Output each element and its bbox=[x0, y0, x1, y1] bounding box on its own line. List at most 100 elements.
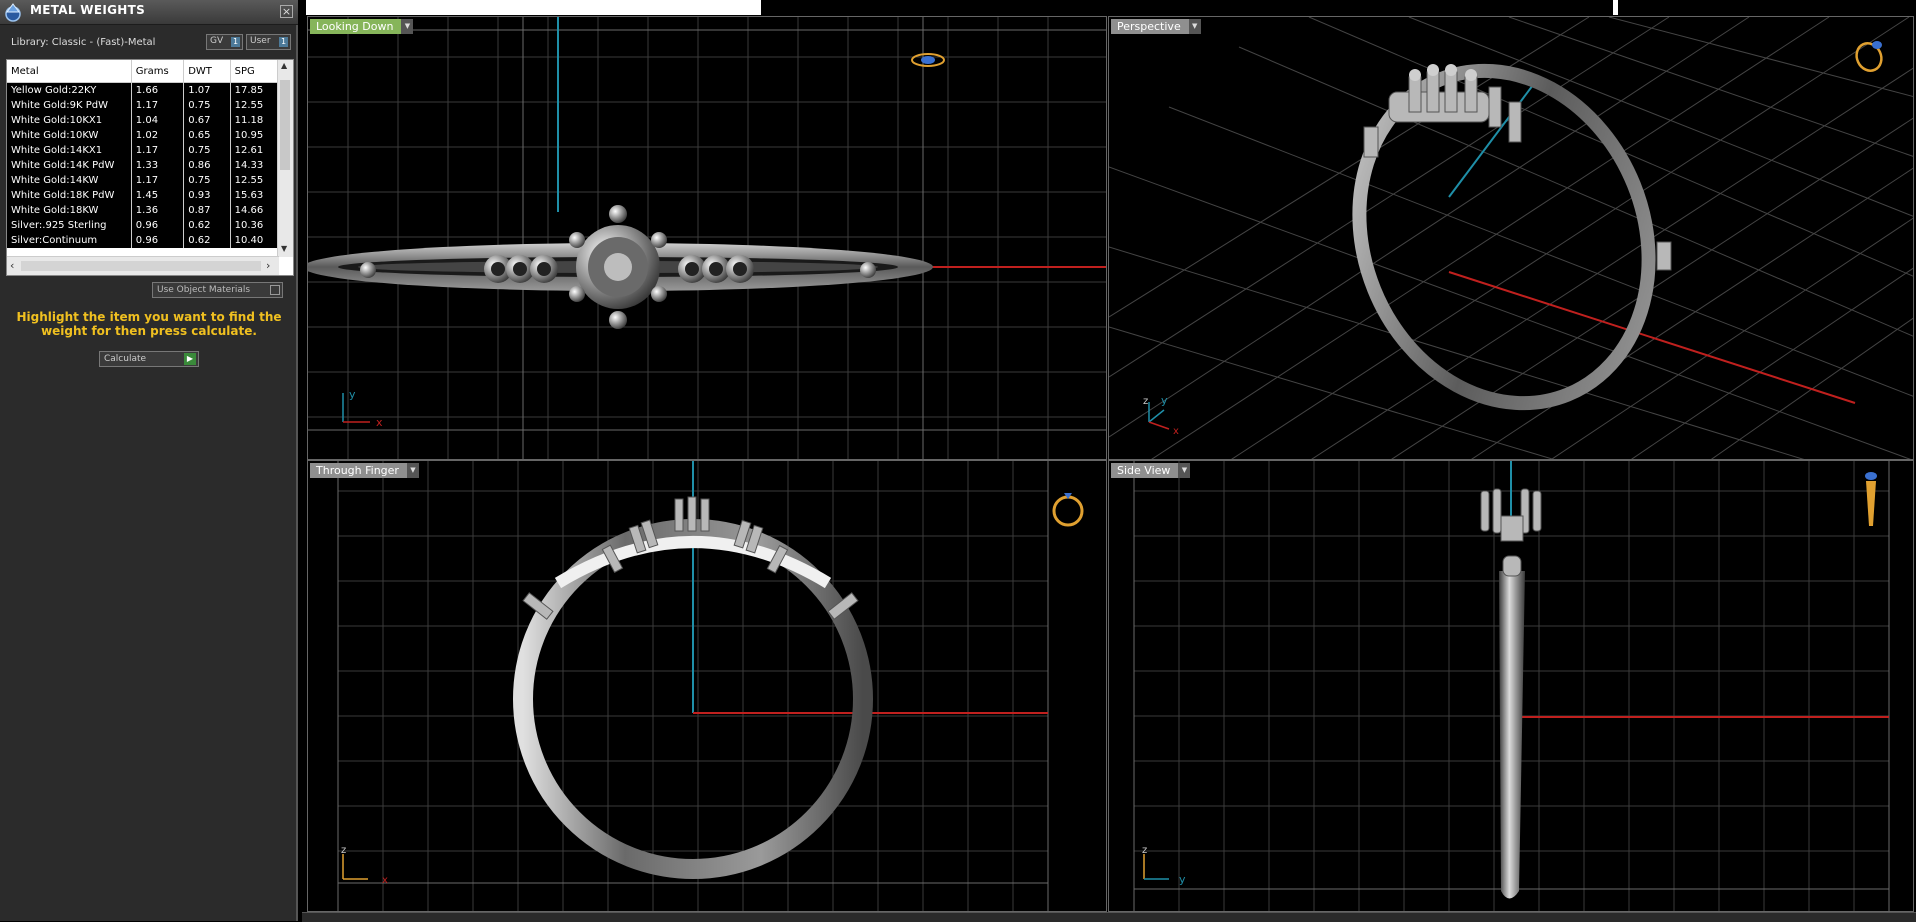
view-label: Looking Down bbox=[316, 20, 394, 33]
cell-dwt: 0.65 bbox=[183, 128, 231, 143]
perspective-canvas bbox=[1109, 17, 1913, 459]
view-label: Side View bbox=[1117, 464, 1171, 477]
through-finger-canvas bbox=[337, 461, 1084, 911]
viewport-perspective[interactable]: z y x Perspective ▼ bbox=[1108, 16, 1914, 460]
scroll-down-icon[interactable]: ▼ bbox=[281, 244, 287, 253]
close-icon[interactable]: × bbox=[280, 5, 293, 18]
table-row[interactable]: Silver:Continuum 0.96 0.62 10.40 bbox=[7, 233, 280, 248]
gv-button[interactable]: GV 1 bbox=[206, 34, 243, 50]
vertical-scroll-thumb[interactable] bbox=[280, 80, 290, 170]
tab-looking-down[interactable]: Looking Down ▼ bbox=[310, 19, 414, 34]
cell-metal: Silver:.925 Sterling bbox=[7, 218, 132, 233]
ring-band[interactable] bbox=[1499, 571, 1525, 899]
cell-dwt: 1.07 bbox=[183, 82, 231, 98]
cell-dwt: 0.86 bbox=[183, 158, 231, 173]
svg-text:x: x bbox=[1173, 426, 1179, 437]
looking-down-canvas bbox=[308, 17, 1106, 459]
ring-view-icon bbox=[1865, 472, 1877, 526]
horizontal-scrollbar[interactable]: ‹ › bbox=[7, 256, 279, 275]
table-row[interactable]: White Gold:14KX1 1.17 0.75 12.61 bbox=[7, 143, 280, 158]
tab-side-view[interactable]: Side View ▼ bbox=[1111, 463, 1191, 478]
axis-labels: z y x bbox=[1143, 394, 1179, 437]
metal-table[interactable]: Metal Grams DWT SPG Yellow Gold:22KY 1.66… bbox=[6, 59, 294, 276]
view-label: Through Finger bbox=[316, 464, 399, 477]
cell-spg: 12.61 bbox=[230, 143, 280, 158]
cell-dwt: 0.93 bbox=[183, 188, 231, 203]
top-strip bbox=[306, 0, 1916, 16]
cell-spg: 11.18 bbox=[230, 113, 280, 128]
user-indicator: 1 bbox=[279, 37, 288, 47]
viewport-through-finger[interactable]: z x Through Finger ▼ bbox=[307, 460, 1107, 912]
table-row[interactable]: White Gold:10KX1 1.04 0.67 11.18 bbox=[7, 113, 280, 128]
cell-metal: Yellow Gold:22KY bbox=[7, 82, 132, 98]
svg-text:z: z bbox=[1142, 845, 1147, 856]
cell-metal: White Gold:10KW bbox=[7, 128, 132, 143]
col-dwt[interactable]: DWT bbox=[183, 60, 231, 83]
table-row[interactable]: White Gold:14K PdW 1.33 0.86 14.33 bbox=[7, 158, 280, 173]
use-object-materials-toggle[interactable]: Use Object Materials bbox=[152, 282, 283, 298]
status-field-2 bbox=[1613, 0, 1618, 15]
scroll-left-icon[interactable]: ‹ bbox=[10, 259, 14, 272]
cell-spg: 10.36 bbox=[230, 218, 280, 233]
use-object-materials-label: Use Object Materials bbox=[157, 285, 251, 295]
tab-through-finger[interactable]: Through Finger ▼ bbox=[310, 463, 419, 478]
app-logo-icon bbox=[5, 3, 21, 22]
table-row[interactable]: White Gold:18K PdW 1.45 0.93 15.63 bbox=[7, 188, 280, 203]
dropdown-arrow-icon[interactable]: ▼ bbox=[1188, 19, 1201, 34]
cell-dwt: 0.75 bbox=[183, 173, 231, 188]
dropdown-arrow-icon[interactable]: ▼ bbox=[1178, 463, 1191, 478]
scroll-up-icon[interactable]: ▲ bbox=[281, 61, 287, 70]
cell-metal: White Gold:10KX1 bbox=[7, 113, 132, 128]
cell-metal: White Gold:18K PdW bbox=[7, 188, 132, 203]
user-button-label: User bbox=[250, 36, 271, 46]
table-row[interactable]: Silver:.925 Sterling 0.96 0.62 10.36 bbox=[7, 218, 280, 233]
tab-perspective[interactable]: Perspective ▼ bbox=[1111, 19, 1201, 34]
play-icon: ▶ bbox=[184, 353, 196, 365]
table-row[interactable]: White Gold:10KW 1.02 0.65 10.95 bbox=[7, 128, 280, 143]
cell-grams: 1.02 bbox=[131, 128, 185, 143]
ring-view-icon bbox=[1855, 41, 1883, 72]
svg-text:y: y bbox=[1161, 394, 1168, 407]
calculate-label: Calculate bbox=[104, 354, 147, 364]
col-grams[interactable]: Grams bbox=[131, 60, 185, 83]
scroll-right-icon[interactable]: › bbox=[266, 259, 270, 272]
col-spg[interactable]: SPG bbox=[230, 60, 280, 83]
horizontal-scroll-thumb[interactable] bbox=[21, 261, 261, 271]
cell-spg: 15.63 bbox=[230, 188, 280, 203]
cell-grams: 0.96 bbox=[131, 233, 185, 248]
table-row[interactable]: White Gold:14KW 1.17 0.75 12.55 bbox=[7, 173, 280, 188]
metal-weights-panel: METAL WEIGHTS × Library: Classic - (Fast… bbox=[0, 0, 298, 921]
gv-indicator: 1 bbox=[231, 37, 240, 47]
dropdown-arrow-icon[interactable]: ▼ bbox=[406, 463, 419, 478]
vertical-scrollbar[interactable]: ▲ ▼ bbox=[277, 60, 293, 257]
viewport-looking-down[interactable]: y x Looking Down ▼ bbox=[307, 16, 1107, 460]
user-button[interactable]: User 1 bbox=[246, 34, 291, 50]
table-row[interactable]: White Gold:9K PdW 1.17 0.75 12.55 bbox=[7, 98, 280, 113]
axis-labels: z x bbox=[341, 845, 388, 886]
panel-title: METAL WEIGHTS bbox=[30, 3, 146, 17]
svg-text:x: x bbox=[376, 416, 383, 426]
table-row[interactable]: Yellow Gold:22KY 1.66 1.07 17.85 bbox=[7, 82, 280, 98]
cell-grams: 1.66 bbox=[131, 82, 185, 98]
cell-grams: 1.17 bbox=[131, 143, 185, 158]
col-metal[interactable]: Metal bbox=[7, 60, 132, 83]
cell-metal: White Gold:9K PdW bbox=[7, 98, 132, 113]
svg-text:x: x bbox=[382, 875, 388, 886]
ring-view-icon bbox=[1052, 493, 1084, 527]
table-row[interactable]: White Gold:18KW 1.36 0.87 14.66 bbox=[7, 203, 280, 218]
viewport-side-view[interactable]: z y Side View ▼ bbox=[1108, 460, 1914, 912]
cell-dwt: 0.62 bbox=[183, 233, 231, 248]
checkbox-icon[interactable] bbox=[270, 285, 280, 295]
cell-dwt: 0.62 bbox=[183, 218, 231, 233]
cell-spg: 14.66 bbox=[230, 203, 280, 218]
svg-text:y: y bbox=[349, 388, 356, 401]
axis-labels: z y bbox=[1142, 845, 1186, 886]
hint-text: Highlight the item you want to find the … bbox=[16, 310, 282, 338]
dropdown-arrow-icon[interactable]: ▼ bbox=[401, 19, 414, 34]
cell-spg: 14.33 bbox=[230, 158, 280, 173]
cell-grams: 0.96 bbox=[131, 218, 185, 233]
ring-view-icon bbox=[911, 53, 945, 67]
cell-dwt: 0.75 bbox=[183, 98, 231, 113]
calculate-button[interactable]: Calculate ▶ bbox=[99, 351, 199, 367]
cell-grams: 1.45 bbox=[131, 188, 185, 203]
